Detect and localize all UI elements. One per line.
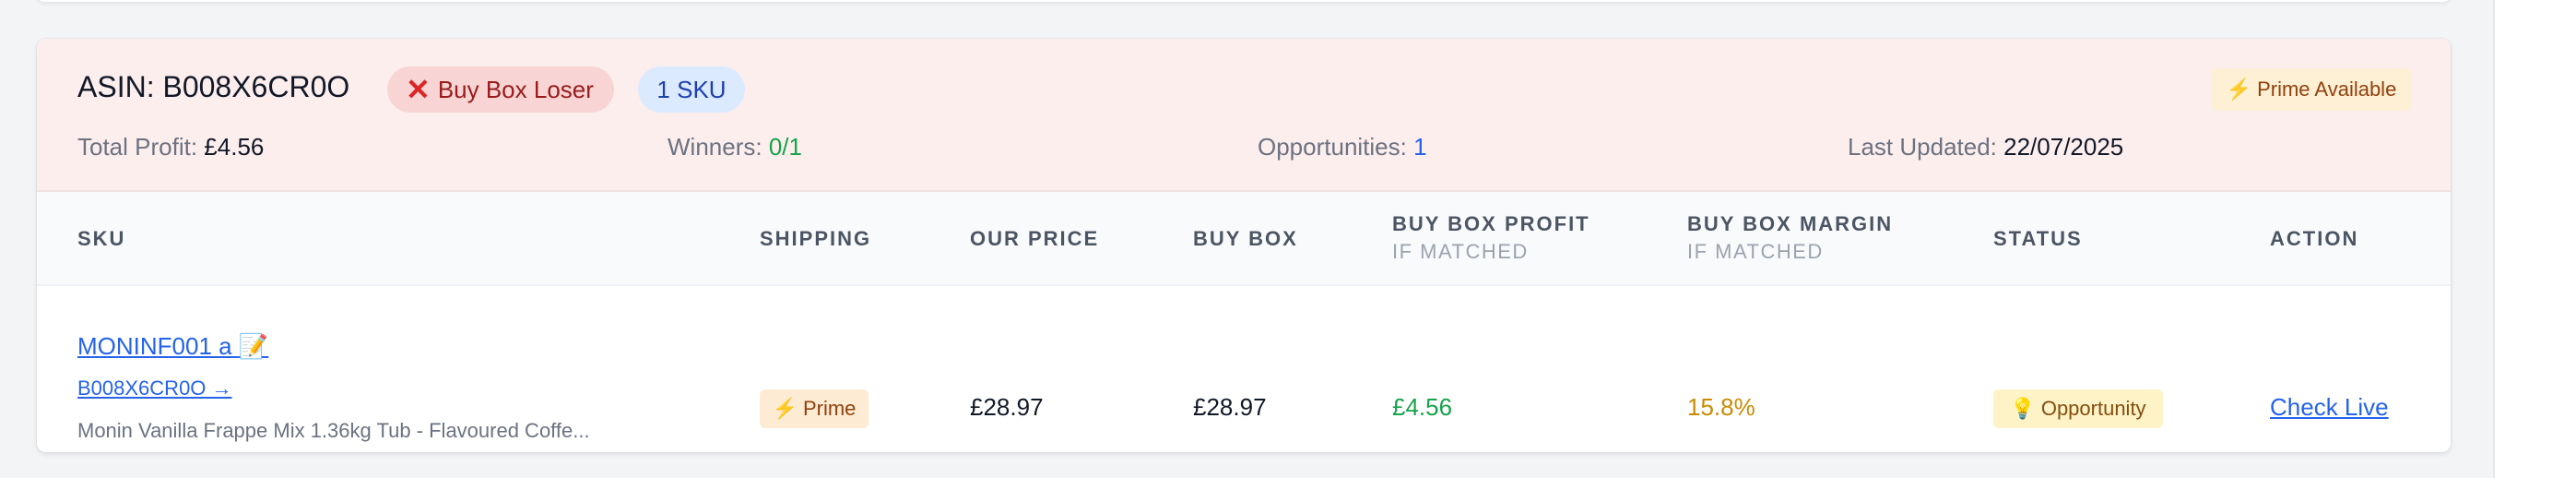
previous-card	[37, 0, 2451, 2]
table-row: MONINF001 a 📝 B008X6CR0O → Monin Vanilla…	[37, 286, 2451, 452]
sku-count-label: 1 SKU	[656, 75, 727, 103]
column-header-buy-box-profit: BUY BOX PROFIT	[1392, 212, 1590, 235]
sku-link[interactable]: MONINF001 a 📝	[77, 332, 268, 361]
sku-count-badge: 1 SKU	[638, 66, 745, 113]
lightbulb-icon: 💡	[2010, 397, 2036, 420]
column-header-sku: SKU	[77, 227, 126, 250]
right-panel	[2493, 0, 2576, 478]
shipping-prime-badge: ⚡ Prime	[760, 389, 869, 428]
shipping-prime-label: Prime	[802, 397, 857, 420]
lightning-icon: ⚡	[2226, 78, 2252, 101]
asin-title: ASIN: B008X6CR0O	[77, 70, 350, 103]
winners-stat: Winners: 0/1	[668, 133, 802, 161]
winners-label: Winners:	[668, 133, 762, 161]
buy-box-loser-label: Buy Box Loser	[437, 75, 594, 103]
status-badge: 💡 Opportunity	[1993, 389, 2163, 428]
buy-box-profit-value: £4.56	[1392, 393, 1453, 421]
prime-available-label: Prime Available	[2257, 78, 2397, 101]
status-label: Opportunity	[2040, 397, 2146, 420]
asin-link[interactable]: B008X6CR0O →	[77, 376, 232, 400]
last-updated-stat: Last Updated: 22/07/2025	[1848, 133, 2123, 161]
asin-card-header: ASIN: B008X6CR0O ✕ Buy Box Loser 1 SKU ⚡…	[37, 39, 2451, 192]
column-header-status: STATUS	[1993, 227, 2083, 250]
opportunities-label: Opportunities:	[1258, 133, 1407, 161]
last-updated-label: Last Updated:	[1848, 133, 1997, 161]
buy-box-margin-value: 15.8%	[1687, 393, 1755, 421]
table-header: SKU SHIPPING OUR PRICE BUY BOX BUY BOX P…	[37, 192, 2451, 286]
x-icon: ✕	[406, 73, 431, 106]
our-price-value: £28.97	[970, 393, 1044, 421]
column-subheader-buy-box-margin: IF MATCHED	[1687, 240, 1824, 263]
column-header-action: ACTION	[2270, 227, 2359, 250]
total-profit-stat: Total Profit: £4.56	[77, 133, 264, 161]
lightning-icon: ⚡	[772, 397, 798, 420]
column-header-shipping: SHIPPING	[760, 227, 872, 250]
opportunities-stat: Opportunities: 1	[1258, 133, 1427, 161]
product-description: Monin Vanilla Frappe Mix 1.36kg Tub - Fl…	[77, 419, 590, 442]
sku-link-label: MONINF001 a	[77, 332, 232, 360]
check-live-link[interactable]: Check Live	[2270, 393, 2389, 422]
main-area: ASIN: B008X6CR0O ✕ Buy Box Loser 1 SKU ⚡…	[0, 0, 2493, 478]
opportunities-value: 1	[1413, 133, 1427, 161]
column-header-our-price: OUR PRICE	[970, 227, 1100, 250]
asin-card: ASIN: B008X6CR0O ✕ Buy Box Loser 1 SKU ⚡…	[37, 39, 2451, 452]
prime-available-badge: ⚡ Prime Available	[2211, 68, 2412, 111]
total-profit-value: £4.56	[204, 133, 265, 161]
column-header-buy-box: BUY BOX	[1193, 227, 1298, 250]
buy-box-loser-badge: ✕ Buy Box Loser	[387, 66, 614, 113]
winners-value: 0/1	[768, 133, 802, 161]
total-profit-label: Total Profit:	[77, 133, 198, 161]
column-header-buy-box-margin: BUY BOX MARGIN	[1687, 212, 1894, 235]
memo-icon: 📝	[238, 332, 269, 360]
last-updated-value: 22/07/2025	[2003, 133, 2124, 161]
column-subheader-buy-box-profit: IF MATCHED	[1392, 240, 1529, 263]
buy-box-value: £28.97	[1193, 393, 1267, 421]
